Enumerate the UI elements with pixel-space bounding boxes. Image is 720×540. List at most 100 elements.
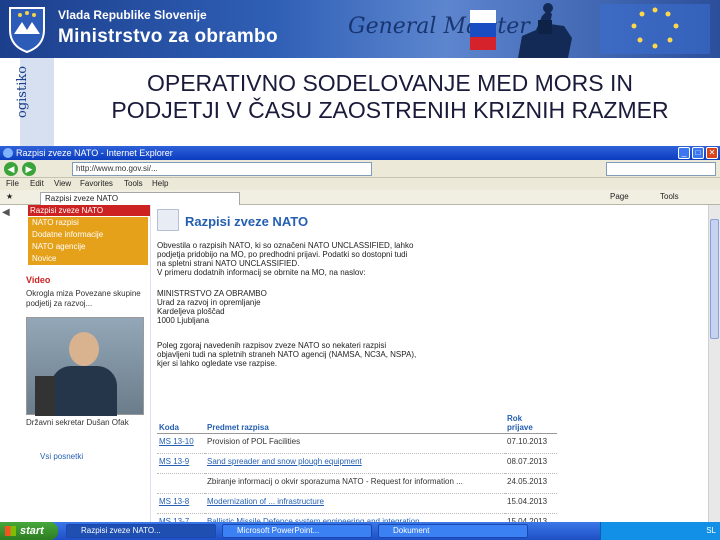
menu-favorites[interactable]: Favorites xyxy=(80,178,113,190)
row-subject[interactable]: Sand spreader and snow plough equipment xyxy=(205,453,505,474)
video-more-link[interactable]: Vsi posnetki xyxy=(40,452,83,461)
taskbar-button-ie[interactable]: Razpisi zveze NATO... xyxy=(66,524,216,538)
row-deadline: 15.04.2013 xyxy=(505,493,557,514)
slide-title-line-1: OPERATIVNO SODELOVANJE MED MORS IN xyxy=(146,70,634,96)
taskbar-button-document[interactable]: Dokument xyxy=(378,524,528,538)
table-row: MS 13-8 Modernization of ... infrastructu… xyxy=(157,493,557,514)
side-strip: ogistiko xyxy=(0,58,54,146)
menu-file[interactable]: File xyxy=(6,178,19,190)
menu-edit[interactable]: Edit xyxy=(30,178,44,190)
video-heading: Video xyxy=(26,275,51,285)
left-navigation: ◀ Razpisi zveze NATO NATO razpisi Dodatn… xyxy=(0,205,150,522)
table-row: MS 13-10 Provision of POL Facilities 07.10… xyxy=(157,433,557,454)
table-row: Zbiranje informacij o okvir sporazuma NA… xyxy=(157,473,557,494)
row-deadline: 07.10.2013 xyxy=(505,433,557,454)
speaker-face xyxy=(69,332,99,366)
government-label: Vlada Republike Slovenije xyxy=(58,8,207,22)
menu-tools[interactable]: Tools xyxy=(124,178,143,190)
nav-head-item[interactable]: Razpisi zveze NATO xyxy=(28,205,150,216)
vertical-scrollbar[interactable] xyxy=(708,205,720,522)
nav-item-dodatne[interactable]: Dodatne informacije xyxy=(28,229,148,241)
note-line: Poleg zgoraj navedenih razpisov zveze NA… xyxy=(157,341,387,350)
window-title: Razpisi zveze NATO - Internet Explorer xyxy=(16,148,173,158)
video-caption: Državni sekretar Dušan Ofak xyxy=(26,418,129,427)
row-code[interactable]: MS 13-8 xyxy=(157,493,205,514)
browser-screenshot: Razpisi zveze NATO - Internet Explorer _… xyxy=(0,146,720,540)
close-button[interactable]: ✕ xyxy=(706,147,718,159)
taskbar-button-powerpoint[interactable]: Microsoft PowerPoint... xyxy=(222,524,372,538)
search-input[interactable] xyxy=(606,162,716,176)
address-line: MINISTRSTVO ZA OBRAMBO xyxy=(157,289,267,298)
ministry-label: Ministrstvo za obrambo xyxy=(58,26,278,47)
row-code[interactable]: MS 13-7 xyxy=(157,513,205,522)
address-line: 1000 Ljubljana xyxy=(157,316,210,325)
start-button[interactable]: start xyxy=(0,522,58,540)
row-code[interactable]: MS 13-10 xyxy=(157,433,205,454)
nav-item-agencije[interactable]: NATO agencije xyxy=(28,241,148,253)
row-code[interactable] xyxy=(157,473,205,494)
menu-help[interactable]: Help xyxy=(152,178,168,190)
contracts-table: Koda Predmet razpisa Rok prijave MS 13-1… xyxy=(157,413,557,522)
address-bar[interactable]: http://www.mo.gov.si/... xyxy=(72,162,372,176)
tab-row: ★ Razpisi zveze NATO Page Tools xyxy=(0,190,720,205)
windows-taskbar: start Razpisi zveze NATO... Microsoft Po… xyxy=(0,522,720,540)
menu-view[interactable]: View xyxy=(54,178,71,190)
row-subject: Zbiranje informacij o okvir sporazuma NA… xyxy=(205,473,505,494)
row-code[interactable]: MS 13-9 xyxy=(157,453,205,474)
language-indicator[interactable]: SL xyxy=(706,526,716,535)
column-header-subject: Predmet razpisa xyxy=(205,413,505,434)
nav-item-novice[interactable]: Novice xyxy=(28,253,148,265)
content-heading: Razpisi zveze NATO xyxy=(185,214,309,229)
intro-line: podjetja pridobijo na MO, po predhodni p… xyxy=(157,250,408,259)
deadline-header-line: Rok xyxy=(507,414,523,423)
window-controls: _ □ ✕ xyxy=(678,147,718,159)
column-header-deadline: Rok prijave xyxy=(505,413,557,434)
intro-line: V primeru dodatnih informacij se obrnite… xyxy=(157,268,366,277)
equestrian-statue-icon xyxy=(518,3,572,58)
tools-menu[interactable]: Tools xyxy=(660,192,679,201)
slide: Vlada Republike Slovenije Ministrstvo za… xyxy=(0,0,720,540)
slovenian-flag-icon xyxy=(470,10,496,50)
maximize-button[interactable]: □ xyxy=(692,147,704,159)
table-row: MS 13-7 Ballistic Missile Defence system … xyxy=(157,513,557,522)
row-subject[interactable]: Ballistic Missile Defence system enginee… xyxy=(205,513,505,522)
microphone-icon xyxy=(35,376,55,416)
note-line: objavljeni tudi na spletnih straneh NATO… xyxy=(157,350,417,359)
page-menu[interactable]: Page xyxy=(610,192,629,201)
side-vertical-label: ogistiko xyxy=(15,65,30,118)
favorites-star-icon[interactable]: ★ xyxy=(6,192,13,201)
address-line: Urad za razvoj in opremljanje xyxy=(157,298,261,307)
window-titlebar: Razpisi zveze NATO - Internet Explorer _… xyxy=(0,146,720,160)
address-block: MINISTRSTVO ZA OBRAMBO Urad za razvoj in… xyxy=(157,289,557,325)
video-text[interactable]: Okrogla miza Povezane skupine podjetij z… xyxy=(26,289,144,309)
ministry-banner: Vlada Republike Slovenije Ministrstvo za… xyxy=(0,0,720,58)
coat-of-arms-icon xyxy=(9,7,45,54)
nav-arrow-icon: ◀ xyxy=(2,207,10,218)
row-deadline: 24.05.2013 xyxy=(505,473,557,494)
slide-title: OPERATIVNO SODELOVANJE MED MORS IN PODJE… xyxy=(60,70,720,124)
address-line: Kardeljeva ploščad xyxy=(157,307,225,316)
back-icon[interactable]: ◀ xyxy=(4,162,18,176)
table-header-row: Koda Predmet razpisa Rok prijave xyxy=(157,413,557,434)
tab-active[interactable]: Razpisi zveze NATO xyxy=(40,192,240,205)
intro-paragraph: Obvestila o razpisih NATO, ki so označen… xyxy=(157,241,557,277)
slide-title-line-2: PODJETJI V ČASU ZAOSTRENIH KRIZNIH RAZME… xyxy=(111,97,669,123)
address-row: ◀ ▶ http://www.mo.gov.si/... xyxy=(0,160,720,178)
ie-icon xyxy=(3,148,13,158)
minimize-button[interactable]: _ xyxy=(678,147,690,159)
windows-logo-icon xyxy=(5,526,16,536)
speaker-body xyxy=(51,366,117,416)
nav-item-razpisi[interactable]: NATO razpisi xyxy=(28,217,148,229)
forward-icon[interactable]: ▶ xyxy=(22,162,36,176)
eu-stars-icon xyxy=(600,4,710,54)
start-label: start xyxy=(20,525,44,537)
page-viewport: ◀ Razpisi zveze NATO NATO razpisi Dodatn… xyxy=(0,205,708,522)
note-paragraph: Poleg zgoraj navedenih razpisov zveze NA… xyxy=(157,341,557,368)
scroll-thumb[interactable] xyxy=(710,219,719,339)
video-thumbnail[interactable] xyxy=(26,317,144,416)
note-line: kjer si lahko ogledate vse razpise. xyxy=(157,359,278,368)
table-body: MS 13-10 Provision of POL Facilities 07.10… xyxy=(157,433,557,522)
row-subject[interactable]: Modernization of ... infrastructure xyxy=(205,493,505,514)
system-tray: SL xyxy=(600,522,720,540)
document-icon xyxy=(157,209,179,231)
